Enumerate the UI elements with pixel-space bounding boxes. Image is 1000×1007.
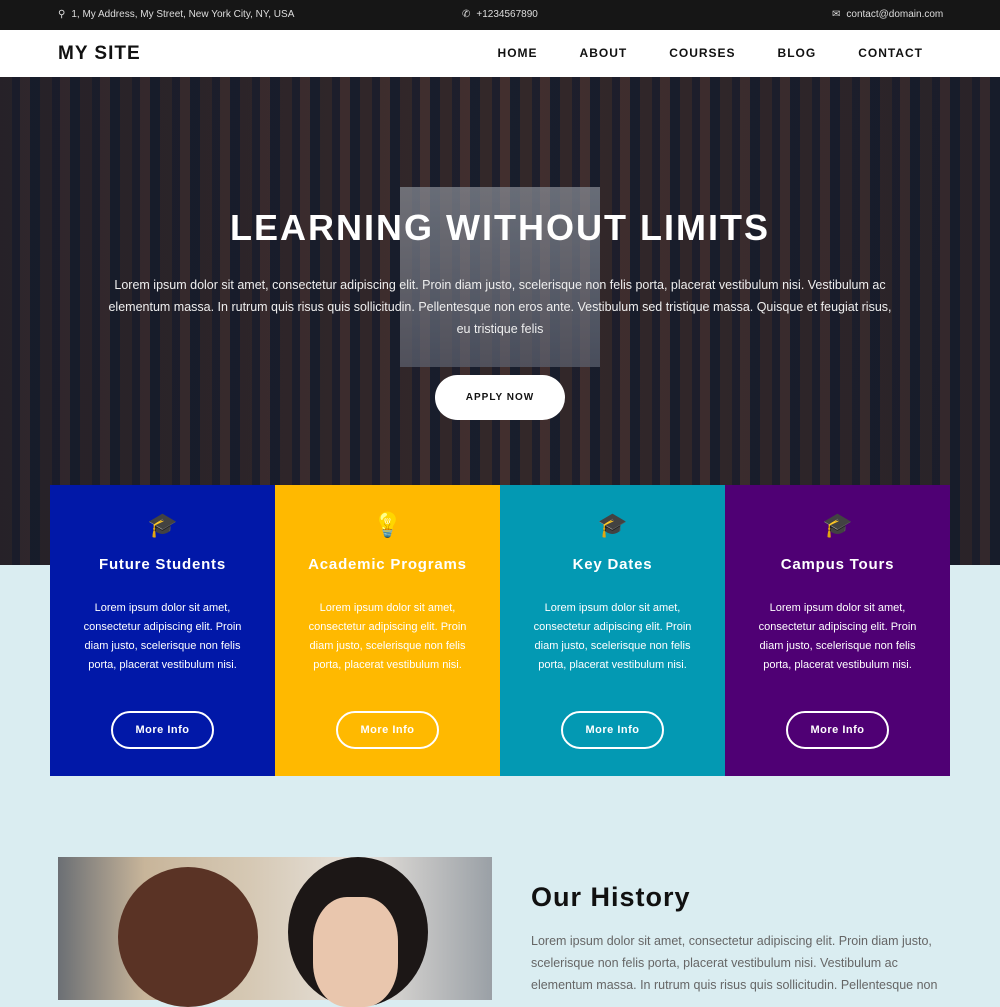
apply-now-button[interactable]: APPLY NOW <box>435 375 565 420</box>
nav-home[interactable]: HOME <box>498 46 538 60</box>
email-text: contact@domain.com <box>846 9 944 20</box>
graduate-icon: 🎓 <box>822 512 853 539</box>
card-title: Academic Programs <box>308 556 467 573</box>
envelope-icon: ✉ <box>832 9 841 20</box>
card-text: Lorem ipsum dolor sit amet, consectetur … <box>758 602 917 671</box>
more-info-button[interactable]: More Info <box>111 711 214 749</box>
navbar: MY SITE HOME ABOUT COURSES BLOG CONTACT <box>0 30 1000 77</box>
address-text: 1, My Address, My Street, New York City,… <box>71 9 295 20</box>
graduate-icon: 🎓 <box>147 512 178 539</box>
email[interactable]: ✉ contact@domain.com <box>832 9 943 20</box>
card-text: Lorem ipsum dolor sit amet, consectetur … <box>533 602 692 671</box>
more-info-button[interactable]: More Info <box>336 711 439 749</box>
photo-person-left <box>118 867 258 1007</box>
hero-title: LEARNING WITHOUT LIMITS <box>230 207 770 248</box>
card-title: Campus Tours <box>780 556 895 573</box>
card-title: Key Dates <box>572 556 653 573</box>
card-title: Future Students <box>99 556 226 573</box>
feature-cards: 🎓 Future Students Lorem ipsum dolor sit … <box>50 485 950 776</box>
card-academic-programs: 💡 Academic Programs Lorem ipsum dolor si… <box>275 485 500 776</box>
card-text: Lorem ipsum dolor sit amet, consectetur … <box>83 602 242 671</box>
nav-blog[interactable]: BLOG <box>778 46 817 60</box>
map-pin-icon: ⚲ <box>58 9 66 20</box>
card-campus-tours: 🎓 Campus Tours Lorem ipsum dolor sit ame… <box>725 485 950 776</box>
main-menu: HOME ABOUT COURSES BLOG CONTACT <box>498 46 923 60</box>
lightbulb-icon: 💡 <box>372 512 403 539</box>
phone[interactable]: ✆ +1234567890 <box>462 9 538 20</box>
nav-courses[interactable]: COURSES <box>669 46 735 60</box>
photo-face <box>313 897 398 1007</box>
students-photo <box>58 857 492 1007</box>
address: ⚲ 1, My Address, My Street, New York City… <box>58 9 294 20</box>
more-info-button[interactable]: More Info <box>786 711 889 749</box>
top-bar: ⚲ 1, My Address, My Street, New York City… <box>0 0 1000 30</box>
card-future-students: 🎓 Future Students Lorem ipsum dolor sit … <box>50 485 275 776</box>
history-title: Our History <box>531 882 691 912</box>
site-logo[interactable]: MY SITE <box>58 43 141 65</box>
nav-about[interactable]: ABOUT <box>580 46 628 60</box>
nav-contact[interactable]: CONTACT <box>858 46 923 60</box>
phone-icon: ✆ <box>462 9 471 20</box>
graduate-icon: 🎓 <box>597 512 628 539</box>
history-text: Lorem ipsum dolor sit amet, consectetur … <box>531 934 938 992</box>
card-key-dates: 🎓 Key Dates Lorem ipsum dolor sit amet, … <box>500 485 725 776</box>
card-text: Lorem ipsum dolor sit amet, consectetur … <box>308 602 467 671</box>
phone-text: +1234567890 <box>476 9 538 20</box>
hero-text: Lorem ipsum dolor sit amet, consectetur … <box>108 278 892 336</box>
more-info-button[interactable]: More Info <box>561 711 664 749</box>
